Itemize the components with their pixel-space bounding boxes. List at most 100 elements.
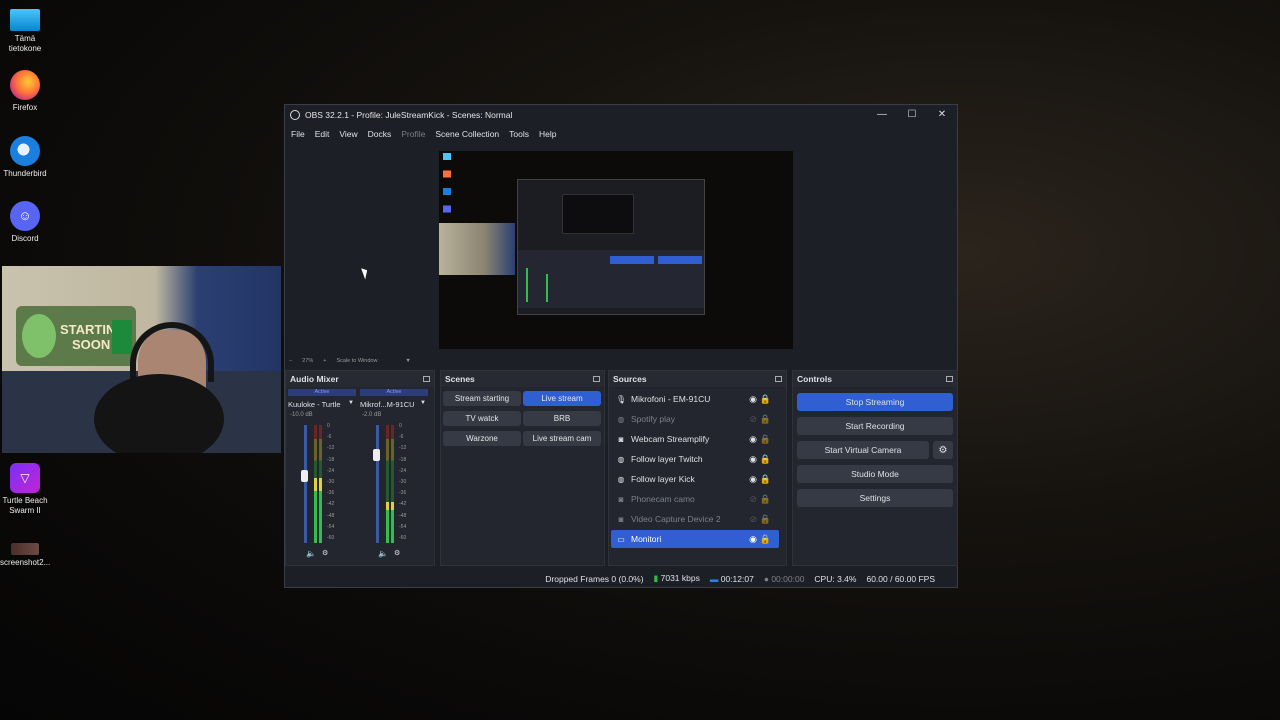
scene-button[interactable]: Live stream	[523, 391, 601, 406]
meter-scale-label: -12	[399, 445, 407, 452]
eye-icon[interactable]: ◉	[749, 474, 757, 485]
unlock-icon[interactable]: 🔒	[760, 494, 771, 505]
desktop-icon-label: Turtle Beach Swarm II	[2, 496, 48, 515]
channel-db: -10.0 dB	[290, 412, 313, 418]
studio-mode-button[interactable]: Studio Mode	[797, 465, 953, 483]
source-item[interactable]: ◍ Spotify play ⊘ 🔒	[611, 410, 779, 428]
scene-button[interactable]: Stream starting	[443, 391, 521, 406]
volume-fader[interactable]	[373, 425, 380, 543]
channel-name-select[interactable]: Mikrof...M-91CU	[360, 400, 415, 409]
desktop-icon-this-pc[interactable]: Tämä tietokone	[0, 7, 50, 54]
microphone-icon: 🎙	[616, 394, 627, 404]
menu-view[interactable]: View	[339, 129, 357, 139]
unlock-icon[interactable]: 🔒	[760, 414, 771, 425]
meter-scale-label: -30	[327, 479, 335, 485]
zoom-in-button[interactable]: +	[323, 358, 326, 364]
unlock-icon[interactable]: 🔒	[760, 514, 771, 525]
stop-streaming-button[interactable]: Stop Streaming	[797, 393, 953, 411]
fader-handle[interactable]	[301, 469, 308, 482]
desktop-icon-turtle-beach[interactable]: ▽ Turtle Beach Swarm II	[0, 463, 50, 516]
source-item[interactable]: ◙ Phonecam camo ⊘ 🔒	[611, 490, 779, 508]
channel-settings-icon[interactable]: ⚙	[394, 549, 400, 557]
eye-icon[interactable]: ◉	[749, 454, 757, 465]
minimize-icon[interactable]: —	[867, 105, 897, 123]
preview-canvas[interactable]	[439, 151, 793, 349]
meter-scale-label: 0	[327, 423, 330, 429]
source-item[interactable]: ◍ Follow layer Kick ◉ 🔒	[611, 470, 779, 488]
desktop-icon-label: Thunderbird	[3, 169, 47, 178]
maximize-icon[interactable]: ☐	[897, 105, 927, 123]
scene-button[interactable]: Warzone	[443, 431, 521, 446]
undock-icon[interactable]	[423, 376, 430, 382]
speaker-icon[interactable]: 🔈	[306, 549, 316, 558]
scene-button[interactable]: TV watck	[443, 411, 521, 426]
lock-icon[interactable]: 🔒	[760, 454, 771, 465]
desktop-icon-discord[interactable]: ☺ Discord	[0, 201, 50, 244]
undock-icon[interactable]	[593, 376, 600, 382]
source-label: Spotify play	[631, 414, 675, 424]
menu-bar: File Edit View Docks Profile Scene Colle…	[285, 125, 957, 143]
menu-scene-collection[interactable]: Scene Collection	[435, 129, 499, 139]
desktop-icon-thunderbird[interactable]: Thunderbird	[0, 136, 50, 179]
volume-fader[interactable]	[301, 425, 308, 543]
channel-settings-icon[interactable]: ⚙	[322, 549, 328, 557]
speaker-icon[interactable]: 🔈	[378, 549, 388, 558]
channel-db: -2.0 dB	[362, 412, 382, 418]
eye-icon[interactable]: ◉	[749, 534, 757, 545]
menu-file[interactable]: File	[291, 129, 305, 139]
start-recording-button[interactable]: Start Recording	[797, 417, 953, 435]
desktop-icon-label: Discord	[11, 234, 39, 243]
channel-name-select[interactable]: Kuuloke - Turtle	[288, 400, 341, 409]
chevron-down-icon[interactable]: ▼	[405, 358, 410, 364]
eye-icon[interactable]: ◉	[749, 394, 757, 405]
eye-icon[interactable]: ◉	[749, 434, 757, 445]
lock-icon[interactable]: 🔒	[760, 394, 771, 405]
meter-scale-label: -60	[327, 535, 335, 541]
stream-time-value: 00:12:07	[720, 573, 754, 584]
desktop-icon-label: Tämä tietokone	[8, 34, 42, 53]
eye-hidden-icon[interactable]: ⊘	[749, 514, 757, 525]
start-virtual-camera-button[interactable]: Start Virtual Camera	[797, 441, 929, 459]
meter-scale-label: -24	[327, 467, 335, 474]
source-item[interactable]: ◙ Webcam Streamplify ◉ 🔒	[611, 430, 779, 448]
chevron-down-icon[interactable]: ▼	[348, 400, 354, 406]
desktop-icon-firefox[interactable]: Firefox	[0, 70, 50, 113]
scene-button[interactable]: Live stream cam	[523, 431, 601, 446]
scene-button[interactable]: BRB	[523, 411, 601, 426]
chevron-down-icon[interactable]: ▼	[420, 400, 426, 406]
source-item[interactable]: ◙ Video Capture Device 2 ⊘ 🔒	[611, 510, 779, 528]
preview-zoom-bar: − 27% + Scale to Window ▼	[289, 356, 411, 366]
undock-icon[interactable]	[946, 376, 953, 382]
virtual-camera-settings-gear-icon[interactable]: ⚙	[933, 441, 953, 459]
lock-icon[interactable]: 🔒	[760, 474, 771, 485]
title-bar[interactable]: OBS 32.2.1 - Profile: JuleStreamKick - S…	[285, 105, 957, 125]
settings-button[interactable]: Settings	[797, 489, 953, 507]
headphones	[130, 322, 214, 382]
record-dot-icon: ●	[763, 573, 769, 584]
desktop-icon-label: Firefox	[12, 103, 38, 112]
source-item[interactable]: ◍ Follow layer Twitch ◉ 🔒	[611, 450, 779, 468]
menu-help[interactable]: Help	[539, 129, 556, 139]
scale-mode-select[interactable]: Scale to Window	[336, 358, 377, 364]
eye-hidden-icon[interactable]: ⊘	[749, 494, 757, 505]
zoom-out-button[interactable]: −	[289, 358, 292, 364]
source-item[interactable]: ▭ Monitori ◉ 🔒	[611, 530, 779, 548]
eye-hidden-icon[interactable]: ⊘	[749, 414, 757, 425]
desktop-icon-screenshot[interactable]: screenshot2...	[0, 543, 50, 568]
close-icon[interactable]: ✕	[927, 105, 957, 123]
menu-edit[interactable]: Edit	[315, 129, 330, 139]
bitrate-indicator: ▮ 7031 kbps	[654, 573, 700, 584]
lock-icon[interactable]: 🔒	[760, 534, 771, 545]
menu-docks[interactable]: Docks	[368, 129, 392, 139]
undock-icon[interactable]	[775, 376, 782, 382]
camera-icon: ◙	[618, 494, 624, 504]
mascot-icon	[22, 314, 56, 358]
preview-area[interactable]	[289, 145, 945, 353]
record-time-value: 00:00:00	[771, 573, 805, 584]
menu-tools[interactable]: Tools	[509, 129, 529, 139]
source-item[interactable]: 🎙 Mikrofoni - EM-91CU ◉ 🔒	[611, 390, 779, 408]
unlock-icon[interactable]: 🔒	[760, 434, 771, 445]
fader-handle[interactable]	[373, 448, 380, 461]
menu-profile[interactable]: Profile	[401, 129, 425, 139]
level-meter	[319, 425, 322, 543]
